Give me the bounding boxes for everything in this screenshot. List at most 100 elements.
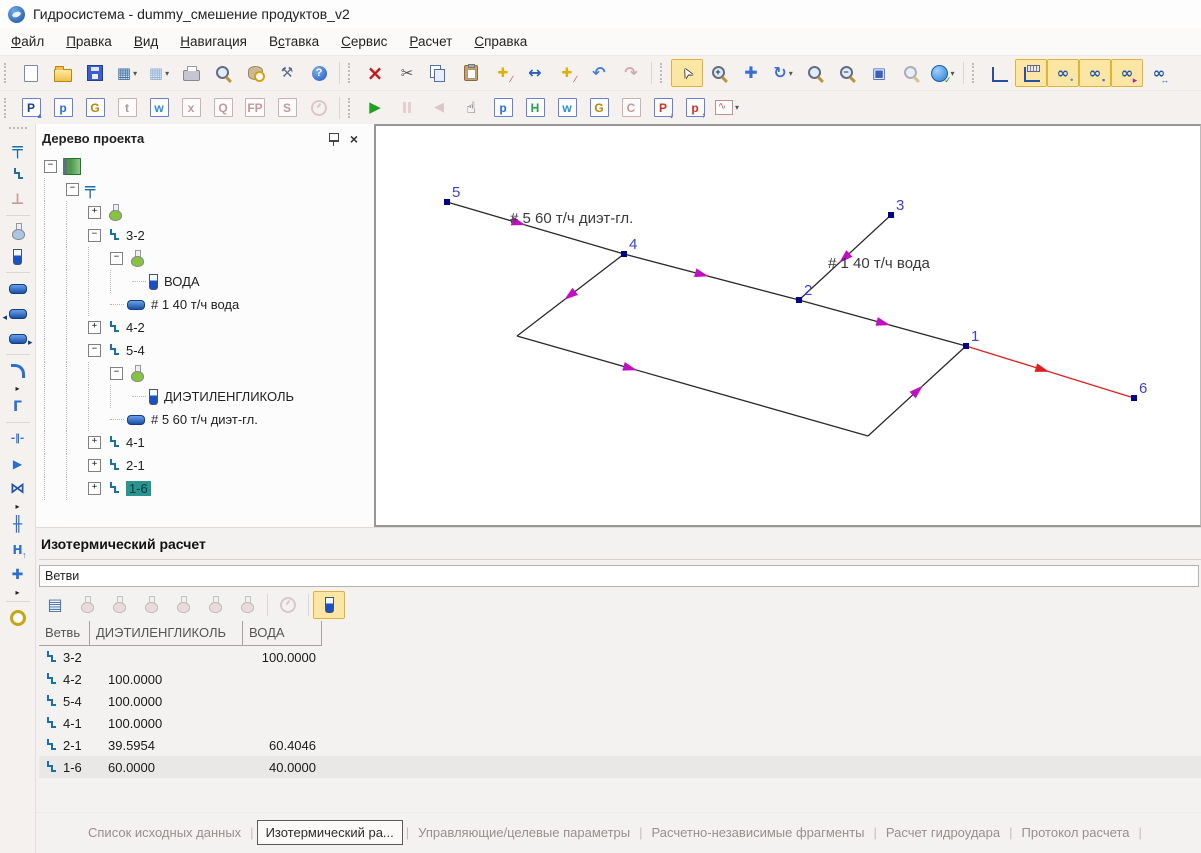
param-p-button[interactable]: p (47, 94, 79, 122)
tab-1[interactable]: Список исходных данных (80, 821, 249, 844)
tree-item-2-1[interactable]: +2-1 (36, 454, 374, 477)
dropdown-caret-icon[interactable]: ▾ (735, 103, 739, 112)
tree-item-# 5 60 т/ч диэт-гл.[interactable]: # 5 60 т/ч диэт-гл. (36, 408, 374, 431)
tree-item-3-2[interactable]: −3-2 (36, 224, 374, 247)
tree-item[interactable]: − (36, 247, 374, 270)
axes-toggle-button[interactable] (983, 59, 1015, 87)
tree-item[interactable]: − (36, 362, 374, 385)
collapse-icon[interactable]: − (110, 367, 123, 380)
ruler-toggle-button[interactable] (1015, 59, 1047, 87)
flask-toggle-1[interactable] (71, 591, 103, 619)
node-6[interactable] (1131, 395, 1137, 401)
cut-button[interactable]: ✂ (391, 59, 423, 87)
table-row-5-4[interactable]: 5-4100.0000 (39, 690, 1201, 712)
menu-Навигация[interactable]: Навигация (169, 30, 258, 53)
node-2[interactable] (796, 297, 802, 303)
zoom-in-button[interactable]: + (703, 59, 735, 87)
calculation-table-button[interactable]: ▦▾ (111, 59, 143, 87)
tab-5[interactable]: Расчет гидроудара (878, 821, 1008, 844)
charts-button[interactable]: ▾ (711, 94, 743, 122)
paste-button[interactable] (455, 59, 487, 87)
expand-icon[interactable]: + (88, 482, 101, 495)
tree-item-ДИЭТИЛЕНГЛИКОЛЬ[interactable]: ДИЭТИЛЕНГЛИКОЛЬ (36, 385, 374, 408)
results-scope-selector[interactable]: Ветви (39, 565, 1199, 587)
angle-bend-button[interactable]: Γ (4, 394, 32, 419)
param-w-button[interactable]: w (143, 94, 175, 122)
param-G-button[interactable]: G (79, 94, 111, 122)
pipe-section-button[interactable] (4, 276, 32, 301)
edge-4-2[interactable] (624, 254, 799, 300)
database-button[interactable] (239, 59, 271, 87)
menu-Вид[interactable]: Вид (123, 30, 169, 53)
pin-panel-button[interactable] (324, 130, 344, 148)
result-G-button[interactable]: G (583, 94, 615, 122)
tee-junction-button[interactable]: ⊥ (4, 187, 32, 212)
flask-toggle-2[interactable] (103, 591, 135, 619)
collapse-icon[interactable]: − (110, 252, 123, 265)
result-p-button[interactable]: p (487, 94, 519, 122)
pipe-inlet-button[interactable]: ◂ (4, 301, 32, 326)
print-button[interactable] (175, 59, 207, 87)
refresh-view-button[interactable]: ↻▾ (767, 59, 799, 87)
tree-item-# 1 40 т/ч вода[interactable]: # 1 40 т/ч вода (36, 293, 374, 316)
param-x-button[interactable]: x (175, 94, 207, 122)
tree-item-4-1[interactable]: +4-1 (36, 431, 374, 454)
toolbar-grip[interactable] (4, 98, 10, 118)
expand-icon[interactable]: + (88, 206, 101, 219)
nozzle-button[interactable]: ▶ (4, 451, 32, 476)
network-diagram[interactable]: 543216# 5 60 т/ч диэт-гл.# 1 40 т/ч вода (376, 126, 1199, 525)
bend-button[interactable] (4, 358, 32, 383)
burner-button[interactable] (272, 591, 304, 619)
tree-item[interactable]: + (36, 201, 374, 224)
table-row-4-1[interactable]: 4-1100.0000 (39, 712, 1201, 734)
tab-6[interactable]: Протокол расчета (1014, 821, 1138, 844)
product-tube-button[interactable] (4, 244, 32, 269)
collapse-icon[interactable]: − (88, 229, 101, 242)
product-flask-button[interactable] (4, 219, 32, 244)
open-button[interactable] (47, 59, 79, 87)
branch-tee-button[interactable]: ╤ (4, 137, 32, 162)
toolbar-grip[interactable] (4, 63, 10, 83)
show-nodes-button[interactable]: ∞• (1047, 59, 1079, 87)
param-FP-button[interactable]: FP (239, 94, 271, 122)
show-flow-button[interactable]: ∞▸ (1111, 59, 1143, 87)
copy-button[interactable] (423, 59, 455, 87)
flanges-button[interactable]: ╫ (4, 512, 32, 537)
expand-icon[interactable]: + (88, 321, 101, 334)
pump-flyout[interactable]: ▸ (4, 587, 32, 598)
result-w-button[interactable]: w (551, 94, 583, 122)
edge-1-6[interactable] (966, 346, 1134, 398)
menu-Справка[interactable]: Справка (463, 30, 538, 53)
show-dimensions-button[interactable]: ∞↔ (1143, 59, 1175, 87)
insert-node-button[interactable]: ✚∕ (487, 59, 519, 87)
collapse-icon[interactable]: − (66, 183, 79, 196)
zoom-previous-button[interactable] (895, 59, 927, 87)
product-columns-toggle[interactable] (313, 591, 345, 619)
seal-ring-button[interactable] (4, 605, 32, 630)
dropdown-caret-icon[interactable]: ▾ (165, 69, 169, 78)
zoom-region-button[interactable]: ▣ (863, 59, 895, 87)
table-settings-button[interactable]: ▤ (39, 591, 71, 619)
dropdown-caret-icon[interactable]: ▾ (789, 69, 793, 78)
dropdown-caret-icon[interactable]: ▾ (133, 69, 137, 78)
node-1[interactable] (963, 343, 969, 349)
tab-3[interactable]: Управляющие/целевые параметры (410, 821, 638, 844)
view-table-button[interactable]: ▦▾ (143, 59, 175, 87)
orifice-button[interactable]: -‖- (4, 426, 32, 451)
tab-4[interactable]: Расчетно-независимые фрагменты (644, 821, 873, 844)
branch-button[interactable] (4, 162, 32, 187)
pan-button[interactable]: ✚ (735, 59, 767, 87)
param-Q-button[interactable]: Q (207, 94, 239, 122)
param-S-button[interactable]: S (271, 94, 303, 122)
select-tool-button[interactable]: ➤ (671, 59, 703, 87)
result-p-rise-button[interactable]: p↑ (679, 94, 711, 122)
result-C-button[interactable]: C (615, 94, 647, 122)
menu-Правка[interactable]: Правка (55, 30, 123, 53)
save-button[interactable] (79, 59, 111, 87)
scheme-check-button[interactable]: ▾ (927, 59, 959, 87)
toolbar-grip[interactable] (972, 63, 978, 83)
pipe-outlet-button[interactable]: ▸ (4, 326, 32, 351)
tree-item-5-4[interactable]: −5-4 (36, 339, 374, 362)
table-row-1-6[interactable]: 1-660.000040.0000 (39, 756, 1201, 778)
column-header-ВОДА[interactable]: ВОДА (243, 621, 322, 646)
